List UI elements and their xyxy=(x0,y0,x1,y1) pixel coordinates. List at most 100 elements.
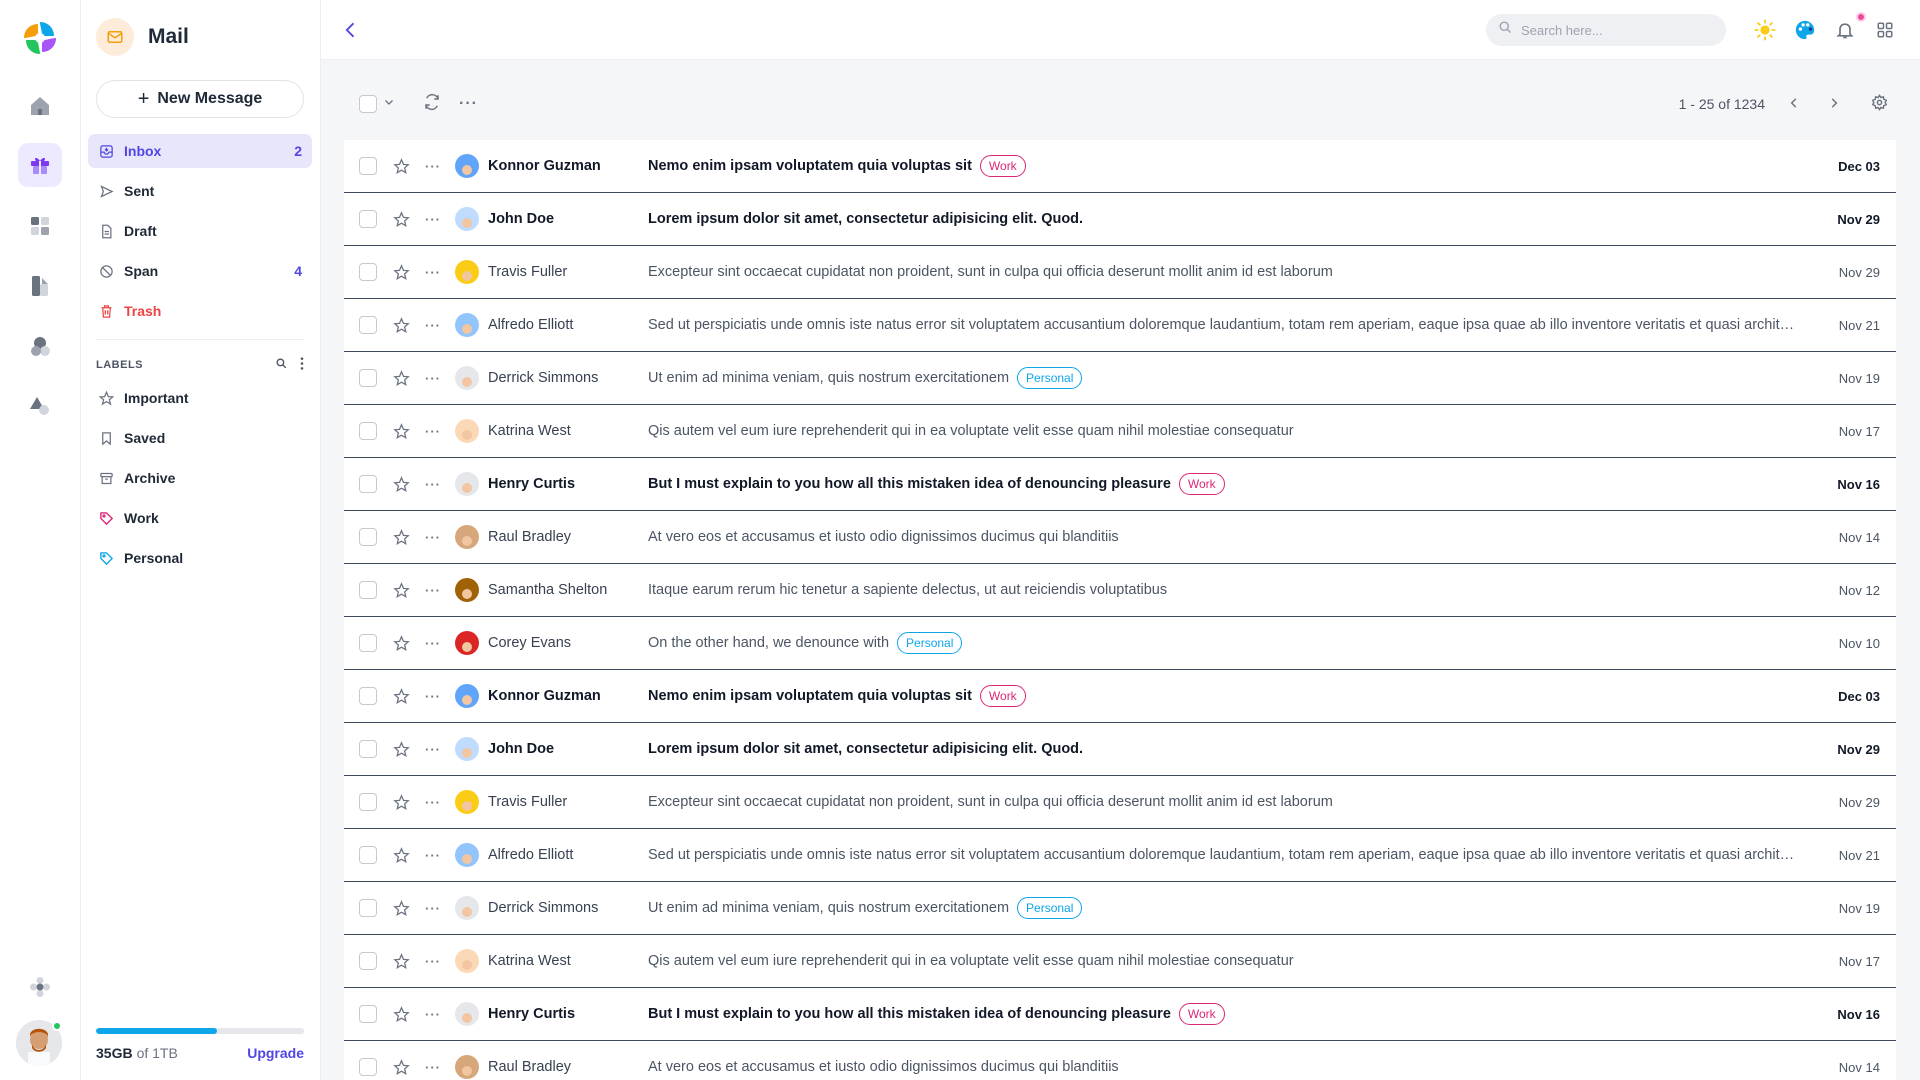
email-row[interactable]: ··· Katrina West Qis autem vel eum iure re… xyxy=(344,935,1896,988)
email-row[interactable]: ··· Derrick Simmons Ut enim ad minima veni… xyxy=(344,882,1896,935)
email-row[interactable]: ··· Alfredo Elliott Sed ut perspiciatis un… xyxy=(344,829,1896,882)
row-checkbox[interactable] xyxy=(359,1005,377,1023)
row-checkbox[interactable] xyxy=(359,793,377,811)
sidebar-item-draft[interactable]: Draft xyxy=(88,214,312,248)
email-row[interactable]: ··· Travis Fuller Excepteur sint occaecat … xyxy=(344,246,1896,299)
star-icon[interactable] xyxy=(391,315,411,335)
star-icon[interactable] xyxy=(391,262,411,282)
email-row[interactable]: ··· Corey Evans On the other hand, we deno… xyxy=(344,617,1896,670)
label-personal[interactable]: Personal xyxy=(88,541,312,575)
row-checkbox[interactable] xyxy=(359,687,377,705)
row-checkbox[interactable] xyxy=(359,157,377,175)
row-checkbox[interactable] xyxy=(359,475,377,493)
row-more-icon[interactable]: ··· xyxy=(423,954,443,969)
star-icon[interactable] xyxy=(391,368,411,388)
search-input[interactable] xyxy=(1521,22,1701,38)
star-icon[interactable] xyxy=(391,156,411,176)
row-more-icon[interactable]: ··· xyxy=(423,530,443,545)
star-icon[interactable] xyxy=(391,527,411,547)
label-work[interactable]: Work xyxy=(88,501,312,535)
search-labels-icon[interactable] xyxy=(275,357,288,373)
label-saved[interactable]: Saved xyxy=(88,421,312,455)
apps-gift-icon[interactable] xyxy=(18,143,62,187)
row-checkbox[interactable] xyxy=(359,952,377,970)
star-icon[interactable] xyxy=(391,474,411,494)
star-icon[interactable] xyxy=(391,580,411,600)
email-row[interactable]: ··· Konnor Guzman Nemo enim ipsam voluptat… xyxy=(344,670,1896,723)
email-tag-badge[interactable]: Work xyxy=(979,685,1026,707)
row-checkbox[interactable] xyxy=(359,263,377,281)
row-checkbox[interactable] xyxy=(359,581,377,599)
select-all-checkbox[interactable] xyxy=(359,95,377,113)
row-more-icon[interactable]: ··· xyxy=(423,636,443,651)
row-more-icon[interactable]: ··· xyxy=(423,212,443,227)
sidebar-item-inbox[interactable]: Inbox 2 xyxy=(88,134,312,168)
email-row[interactable]: ··· Travis Fuller Excepteur sint occaecat … xyxy=(344,776,1896,829)
refresh-icon[interactable] xyxy=(423,93,441,116)
row-more-icon[interactable]: ··· xyxy=(423,1007,443,1022)
label-archive[interactable]: Archive xyxy=(88,461,312,495)
email-row[interactable]: ··· Konnor Guzman Nemo enim ipsam voluptat… xyxy=(344,140,1896,193)
star-icon[interactable] xyxy=(391,633,411,653)
upgrade-link[interactable]: Upgrade xyxy=(247,1045,304,1061)
shapes-icon[interactable] xyxy=(18,384,62,428)
row-more-icon[interactable]: ··· xyxy=(423,742,443,757)
star-icon[interactable] xyxy=(391,1057,411,1077)
star-icon[interactable] xyxy=(391,1004,411,1024)
email-row[interactable]: ··· John Doe Lorem ipsum dolor sit amet, c… xyxy=(344,193,1896,246)
email-row[interactable]: ··· Katrina West Qis autem vel eum iure re… xyxy=(344,405,1896,458)
settings-flower-icon[interactable] xyxy=(18,965,62,1009)
row-checkbox[interactable] xyxy=(359,846,377,864)
row-checkbox[interactable] xyxy=(359,1058,377,1076)
previous-page-icon[interactable] xyxy=(1787,96,1801,113)
row-checkbox[interactable] xyxy=(359,740,377,758)
email-row[interactable]: ··· Raul Bradley At vero eos et accusamus … xyxy=(344,511,1896,564)
star-icon[interactable] xyxy=(391,951,411,971)
row-more-icon[interactable]: ··· xyxy=(423,371,443,386)
sidebar-item-trash[interactable]: Trash xyxy=(88,294,312,328)
email-tag-badge[interactable]: Work xyxy=(1178,1003,1225,1025)
chevron-down-icon[interactable] xyxy=(383,95,395,113)
app-logo[interactable] xyxy=(20,18,60,58)
email-tag-badge[interactable]: Work xyxy=(979,155,1026,177)
email-row[interactable]: ··· Raul Bradley At vero eos et accusamus … xyxy=(344,1041,1896,1080)
new-message-button[interactable]: + New Message xyxy=(96,80,304,118)
email-row[interactable]: ··· Henry Curtis But I must explain to you… xyxy=(344,988,1896,1041)
label-important[interactable]: Important xyxy=(88,381,312,415)
star-icon[interactable] xyxy=(391,845,411,865)
row-more-icon[interactable]: ··· xyxy=(423,901,443,916)
palette-icon[interactable] xyxy=(1791,16,1819,44)
row-more-icon[interactable]: ··· xyxy=(423,424,443,439)
email-tag-badge[interactable]: Personal xyxy=(1017,367,1083,389)
row-checkbox[interactable] xyxy=(359,528,377,546)
row-more-icon[interactable]: ··· xyxy=(423,583,443,598)
labels-more-icon[interactable] xyxy=(300,357,304,373)
star-icon[interactable] xyxy=(391,792,411,812)
more-options-icon[interactable]: ··· xyxy=(459,95,478,113)
row-more-icon[interactable]: ··· xyxy=(423,1060,443,1075)
star-icon[interactable] xyxy=(391,421,411,441)
dashboard-icon[interactable] xyxy=(18,204,62,248)
star-icon[interactable] xyxy=(391,898,411,918)
gear-icon[interactable] xyxy=(1871,94,1888,114)
email-row[interactable]: ··· Henry Curtis But I must explain to you… xyxy=(344,458,1896,511)
email-tag-badge[interactable]: Personal xyxy=(897,632,963,654)
row-more-icon[interactable]: ··· xyxy=(423,318,443,333)
row-checkbox[interactable] xyxy=(359,369,377,387)
star-icon[interactable] xyxy=(391,739,411,759)
row-more-icon[interactable]: ··· xyxy=(423,477,443,492)
select-all-control[interactable] xyxy=(359,95,395,113)
row-checkbox[interactable] xyxy=(359,422,377,440)
row-more-icon[interactable]: ··· xyxy=(423,848,443,863)
grid-apps-icon[interactable] xyxy=(1871,16,1899,44)
bell-notification-icon[interactable] xyxy=(1831,16,1859,44)
email-tag-badge[interactable]: Personal xyxy=(1017,897,1083,919)
sun-theme-icon[interactable] xyxy=(1751,16,1779,44)
row-more-icon[interactable]: ··· xyxy=(423,159,443,174)
home-icon[interactable] xyxy=(18,84,62,128)
back-arrow-icon[interactable] xyxy=(339,18,363,42)
row-more-icon[interactable]: ··· xyxy=(423,265,443,280)
users-icon[interactable] xyxy=(18,324,62,368)
star-icon[interactable] xyxy=(391,209,411,229)
email-row[interactable]: ··· Derrick Simmons Ut enim ad minima veni… xyxy=(344,352,1896,405)
